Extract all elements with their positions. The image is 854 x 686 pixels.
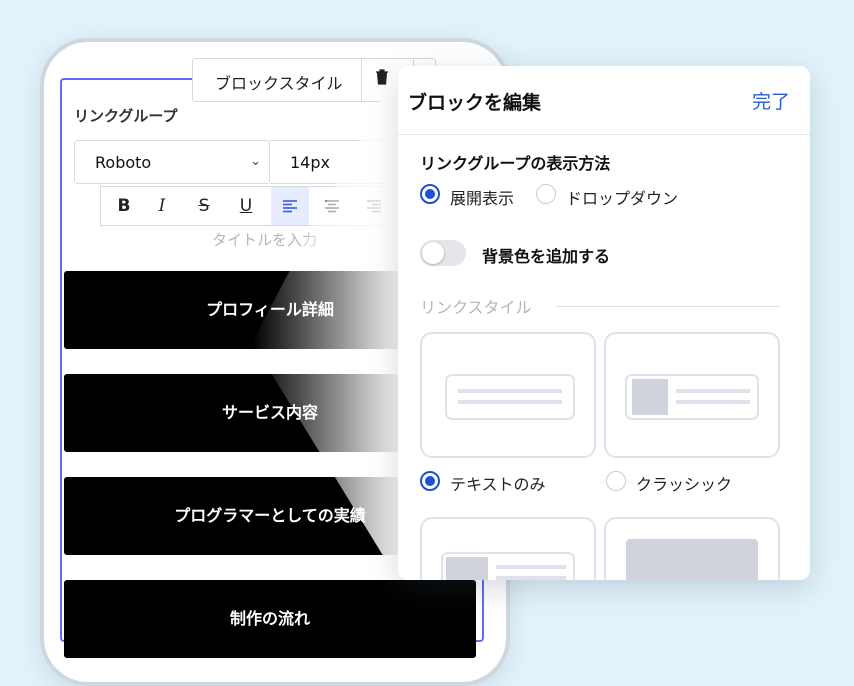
style-card-3[interactable] [420, 517, 596, 580]
section-divider [556, 306, 780, 307]
radio-text-only-label[interactable]: テキストのみ [450, 471, 546, 495]
style-card-classic[interactable] [604, 332, 780, 458]
radio-expanded[interactable] [420, 184, 440, 204]
background-color-label: 背景色を追加する [482, 247, 611, 266]
radio-text-only[interactable] [420, 471, 440, 491]
radio-expanded-label[interactable]: 展開表示 [450, 185, 514, 209]
radio-classic-label[interactable]: クラッシック [636, 471, 732, 495]
link-group-label: リンクグループ [74, 107, 178, 125]
classic-preview-icon [625, 374, 759, 420]
trash-icon[interactable] [375, 69, 389, 90]
align-right-button[interactable] [355, 187, 393, 225]
strikethrough-button[interactable]: S [185, 187, 223, 225]
style-card-text-only[interactable] [420, 332, 596, 458]
align-left-icon [283, 200, 297, 213]
panel-divider [398, 134, 810, 135]
style-card-4[interactable] [604, 517, 780, 580]
font-size-input[interactable]: 14px [270, 140, 410, 184]
block-style-button[interactable]: ブロックスタイル [215, 70, 343, 94]
underline-button[interactable]: U [227, 187, 265, 225]
text-only-preview-icon [445, 374, 575, 420]
italic-button[interactable]: I [143, 187, 181, 225]
chevron-down-icon: ⌄ [250, 154, 261, 169]
toolbar-divider [361, 59, 362, 101]
format-toolbar: B I S U [100, 186, 410, 226]
font-family-select[interactable]: Roboto ⌄ [74, 140, 270, 184]
align-center-button[interactable] [313, 187, 351, 225]
font-size-value: 14px [290, 153, 330, 172]
link-block[interactable]: 制作の流れ [64, 580, 476, 658]
style-4-preview-icon [626, 539, 758, 580]
align-left-button[interactable] [271, 187, 309, 225]
display-method-title: リンクグループの表示方法 [420, 154, 611, 173]
link-style-title: リンクスタイル [420, 298, 532, 317]
align-center-icon [325, 200, 339, 213]
radio-dropdown-label[interactable]: ドロップダウン [566, 185, 678, 209]
background-color-toggle[interactable] [420, 240, 466, 266]
style-3-preview-icon [441, 552, 575, 580]
title-input-placeholder[interactable]: タイトルを入力 [212, 229, 317, 250]
radio-dropdown[interactable] [536, 184, 556, 204]
bold-button[interactable]: B [105, 187, 143, 225]
radio-classic[interactable] [606, 471, 626, 491]
panel-title: ブロックを編集 [408, 92, 542, 114]
align-right-icon [367, 200, 381, 213]
done-button[interactable]: 完了 [752, 87, 790, 114]
edit-block-panel: ブロックを編集 完了 リンクグループの表示方法 展開表示 ドロップダウン 背景色… [398, 66, 810, 580]
font-family-value: Roboto [95, 153, 152, 172]
